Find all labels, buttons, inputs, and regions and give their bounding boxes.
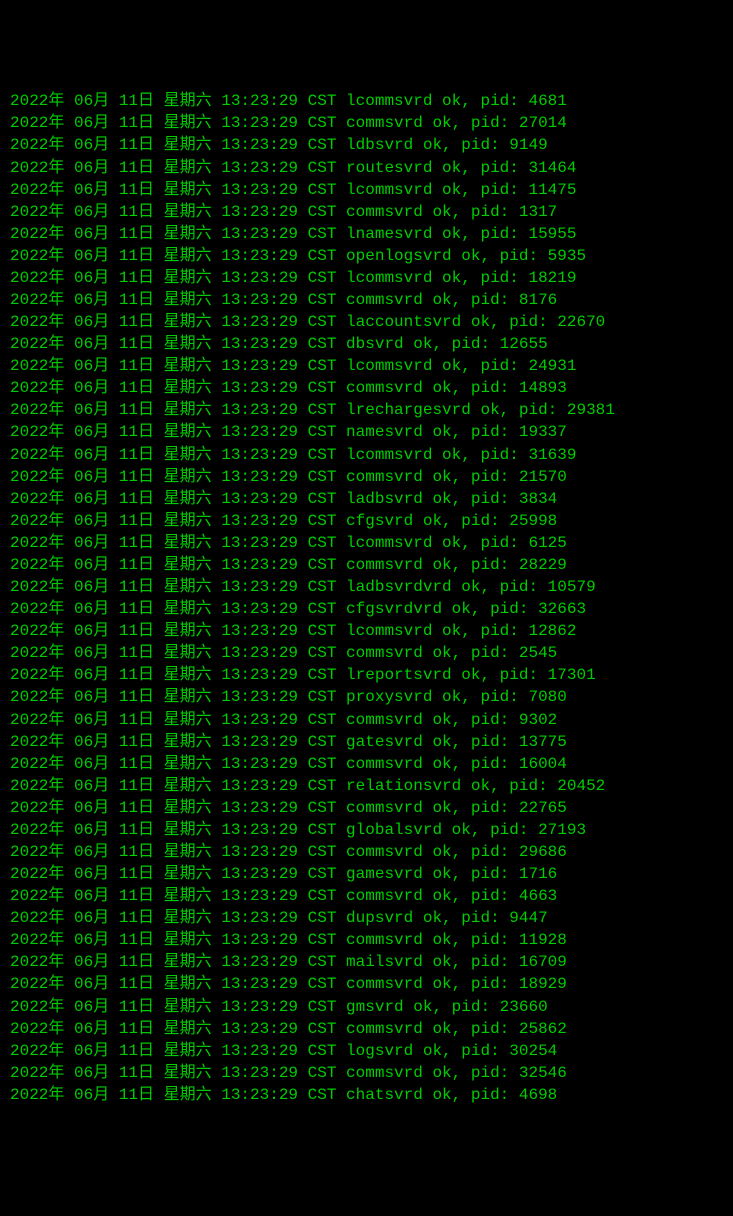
log-line: 2022年 06月 11日 星期六 13:23:29 CST lcommsvrd… [10, 179, 723, 201]
log-line: 2022年 06月 11日 星期六 13:23:29 CST cfgsvrd o… [10, 510, 723, 532]
log-line: 2022年 06月 11日 星期六 13:23:29 CST commsvrd … [10, 841, 723, 863]
log-line: 2022年 06月 11日 星期六 13:23:29 CST commsvrd … [10, 466, 723, 488]
log-line: 2022年 06月 11日 星期六 13:23:29 CST dbsvrd ok… [10, 333, 723, 355]
log-line: 2022年 06月 11日 星期六 13:23:29 CST lcommsvrd… [10, 444, 723, 466]
log-line: 2022年 06月 11日 星期六 13:23:29 CST globalsvr… [10, 819, 723, 841]
log-line: 2022年 06月 11日 星期六 13:23:29 CST dupsvrd o… [10, 907, 723, 929]
log-line: 2022年 06月 11日 星期六 13:23:29 CST commsvrd … [10, 797, 723, 819]
log-line: 2022年 06月 11日 星期六 13:23:29 CST proxysvrd… [10, 686, 723, 708]
log-line: 2022年 06月 11日 星期六 13:23:29 CST cfgsvrdvr… [10, 598, 723, 620]
log-line: 2022年 06月 11日 星期六 13:23:29 CST ladbsvrd … [10, 488, 723, 510]
log-line: 2022年 06月 11日 星期六 13:23:29 CST commsvrd … [10, 1062, 723, 1084]
log-line: 2022年 06月 11日 星期六 13:23:29 CST lnamesvrd… [10, 223, 723, 245]
log-line: 2022年 06月 11日 星期六 13:23:29 CST commsvrd … [10, 554, 723, 576]
log-line: 2022年 06月 11日 星期六 13:23:29 CST lrecharge… [10, 399, 723, 421]
log-line: 2022年 06月 11日 星期六 13:23:29 CST commsvrd … [10, 753, 723, 775]
log-line: 2022年 06月 11日 星期六 13:23:29 CST gatesvrd … [10, 731, 723, 753]
log-line: 2022年 06月 11日 星期六 13:23:29 CST relations… [10, 775, 723, 797]
log-line: 2022年 06月 11日 星期六 13:23:29 CST namesvrd … [10, 421, 723, 443]
log-line: 2022年 06月 11日 星期六 13:23:29 CST lcommsvrd… [10, 355, 723, 377]
log-line: 2022年 06月 11日 星期六 13:23:29 CST lcommsvrd… [10, 267, 723, 289]
log-line: 2022年 06月 11日 星期六 13:23:29 CST ldbsvrd o… [10, 134, 723, 156]
log-line: 2022年 06月 11日 星期六 13:23:29 CST gmsvrd ok… [10, 996, 723, 1018]
log-line: 2022年 06月 11日 星期六 13:23:29 CST commsvrd … [10, 709, 723, 731]
log-line: 2022年 06月 11日 星期六 13:23:29 CST laccounts… [10, 311, 723, 333]
log-line: 2022年 06月 11日 星期六 13:23:29 CST mailsvrd … [10, 951, 723, 973]
log-line: 2022年 06月 11日 星期六 13:23:29 CST gamesvrd … [10, 863, 723, 885]
log-line: 2022年 06月 11日 星期六 13:23:29 CST commsvrd … [10, 1018, 723, 1040]
log-line: 2022年 06月 11日 星期六 13:23:29 CST commsvrd … [10, 201, 723, 223]
log-line: 2022年 06月 11日 星期六 13:23:29 CST chatsvrd … [10, 1084, 723, 1106]
log-line: 2022年 06月 11日 星期六 13:23:29 CST lcommsvrd… [10, 620, 723, 642]
log-line: 2022年 06月 11日 星期六 13:23:29 CST commsvrd … [10, 289, 723, 311]
terminal-output: 2022年 06月 11日 星期六 13:23:29 CST lcommsvrd… [10, 90, 723, 1106]
log-line: 2022年 06月 11日 星期六 13:23:29 CST lcommsvrd… [10, 90, 723, 112]
log-line: 2022年 06月 11日 星期六 13:23:29 CST logsvrd o… [10, 1040, 723, 1062]
log-line: 2022年 06月 11日 星期六 13:23:29 CST routesvrd… [10, 157, 723, 179]
log-line: 2022年 06月 11日 星期六 13:23:29 CST commsvrd … [10, 112, 723, 134]
log-line: 2022年 06月 11日 星期六 13:23:29 CST commsvrd … [10, 885, 723, 907]
log-line: 2022年 06月 11日 星期六 13:23:29 CST openlogsv… [10, 245, 723, 267]
log-line: 2022年 06月 11日 星期六 13:23:29 CST ladbsvrdv… [10, 576, 723, 598]
log-line: 2022年 06月 11日 星期六 13:23:29 CST lcommsvrd… [10, 532, 723, 554]
log-line: 2022年 06月 11日 星期六 13:23:29 CST commsvrd … [10, 642, 723, 664]
log-line: 2022年 06月 11日 星期六 13:23:29 CST commsvrd … [10, 377, 723, 399]
log-line: 2022年 06月 11日 星期六 13:23:29 CST commsvrd … [10, 973, 723, 995]
log-line: 2022年 06月 11日 星期六 13:23:29 CST commsvrd … [10, 929, 723, 951]
log-line: 2022年 06月 11日 星期六 13:23:29 CST lreportsv… [10, 664, 723, 686]
